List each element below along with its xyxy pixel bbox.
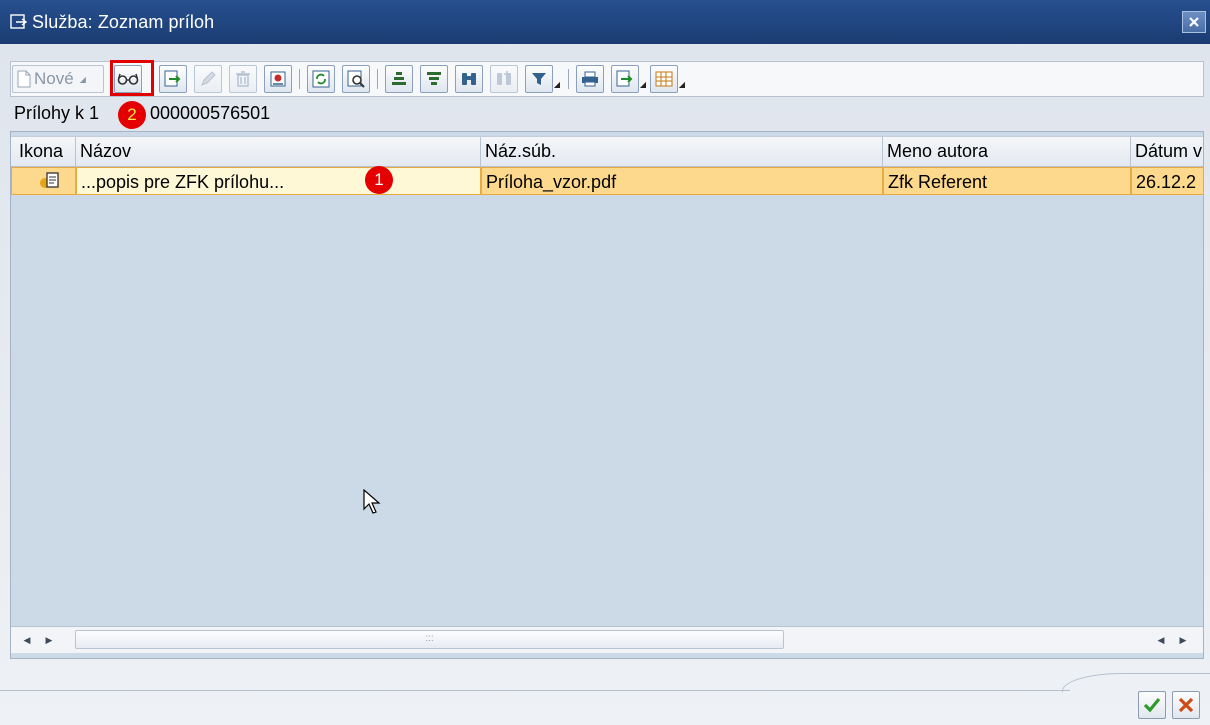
export-icon xyxy=(164,70,182,88)
layout-icon xyxy=(655,70,673,88)
sort-descending-icon xyxy=(425,70,443,88)
table-header: Ikona Názov Náz.súb. Meno autora Dátum v xyxy=(11,136,1203,167)
footer-divider xyxy=(0,690,1070,691)
scroll-thumb[interactable]: ::: xyxy=(75,630,784,649)
cancel-button[interactable] xyxy=(1172,691,1200,719)
toolbar-separator xyxy=(377,69,378,89)
footer-divider-curve xyxy=(1062,673,1210,692)
export-menu-arrow[interactable]: ◢ xyxy=(639,65,647,93)
details-button[interactable] xyxy=(342,65,370,93)
filter-icon xyxy=(530,70,548,88)
attributes-button[interactable] xyxy=(264,65,292,93)
find-next-button[interactable] xyxy=(490,65,518,93)
row-icon-cell xyxy=(11,167,76,195)
horizontal-scrollbar[interactable]: ◀ ▶ ::: ◀ ▶ xyxy=(11,626,1203,653)
print-icon xyxy=(581,70,599,88)
document-icon xyxy=(39,171,61,191)
window-icon xyxy=(10,13,28,31)
filter-menu-arrow[interactable]: ◢ xyxy=(553,65,561,93)
close-icon[interactable] xyxy=(1182,11,1206,33)
column-header-file[interactable]: Náz.súb. xyxy=(481,137,883,166)
edit-button[interactable] xyxy=(194,65,222,93)
print-button[interactable] xyxy=(576,65,604,93)
column-header-author[interactable]: Meno autora xyxy=(883,137,1131,166)
refresh-button[interactable] xyxy=(307,65,335,93)
new-button-label: Nové xyxy=(34,69,74,88)
scroll-left-icon[interactable]: ◀ xyxy=(19,631,35,649)
step-marker-2: 2 xyxy=(118,101,146,129)
sort-descending-button[interactable] xyxy=(420,65,448,93)
dropdown-arrow-icon: ◢ xyxy=(639,80,647,89)
row-file-cell[interactable]: Príloha_vzor.pdf xyxy=(481,167,883,195)
column-header-icon[interactable]: Ikona xyxy=(11,137,76,166)
scroll-right-icon[interactable]: ▶ xyxy=(41,631,57,649)
find-next-icon xyxy=(495,70,513,88)
confirm-button[interactable] xyxy=(1138,691,1166,719)
new-document-icon xyxy=(17,70,31,88)
column-header-name[interactable]: Názov xyxy=(76,137,481,166)
attachments-label-prefix: Prílohy k 1 xyxy=(14,103,100,123)
attributes-icon xyxy=(269,70,287,88)
find-icon xyxy=(460,70,478,88)
step-marker-1: 1 xyxy=(365,166,393,194)
find-button[interactable] xyxy=(455,65,483,93)
window-titlebar: Služba: Zoznam príloh xyxy=(0,0,1210,44)
column-header-date[interactable]: Dátum v xyxy=(1131,137,1203,166)
toolbar-separator xyxy=(568,69,569,89)
row-date-cell[interactable]: 26.12.2 xyxy=(1131,167,1203,195)
export-button[interactable] xyxy=(159,65,187,93)
scroll-left-icon[interactable]: ◀ xyxy=(1153,631,1169,649)
application-toolbar: Nové ◢ ◢ ◢ ◢ xyxy=(10,61,1204,97)
refresh-icon xyxy=(312,70,330,88)
delete-icon xyxy=(234,70,252,88)
row-name-cell[interactable]: ...popis pre ZFK prílohu... xyxy=(76,167,481,195)
attachments-object-number: 000000576501 xyxy=(150,103,271,123)
export-list-icon xyxy=(616,70,634,88)
table-row[interactable]: ...popis pre ZFK prílohu... Príloha_vzor… xyxy=(11,167,1203,195)
dropdown-arrow-icon: ◢ xyxy=(79,74,86,84)
sort-ascending-button[interactable] xyxy=(385,65,413,93)
scroll-right-icon[interactable]: ▶ xyxy=(1175,631,1191,649)
display-button[interactable] xyxy=(114,65,142,93)
cancel-x-icon xyxy=(1177,696,1195,714)
row-author-cell[interactable]: Zfk Referent xyxy=(883,167,1131,195)
layout-menu-arrow[interactable]: ◢ xyxy=(678,65,686,93)
confirm-check-icon xyxy=(1143,696,1161,714)
new-button[interactable]: Nové ◢ xyxy=(12,65,104,93)
toolbar-separator xyxy=(299,69,300,89)
filter-button[interactable] xyxy=(525,65,553,93)
attachments-table: Ikona Názov Náz.súb. Meno autora Dátum v… xyxy=(10,131,1204,659)
window-title: Služba: Zoznam príloh xyxy=(32,11,215,32)
dropdown-arrow-icon: ◢ xyxy=(678,80,686,89)
export-list-button[interactable] xyxy=(611,65,639,93)
dropdown-arrow-icon: ◢ xyxy=(553,80,561,89)
delete-button[interactable] xyxy=(229,65,257,93)
display-icon xyxy=(117,72,139,86)
edit-pencil-icon xyxy=(199,70,217,88)
layout-button[interactable] xyxy=(650,65,678,93)
details-icon xyxy=(347,70,365,88)
mouse-cursor-icon xyxy=(363,488,381,520)
sort-ascending-icon xyxy=(390,70,408,88)
